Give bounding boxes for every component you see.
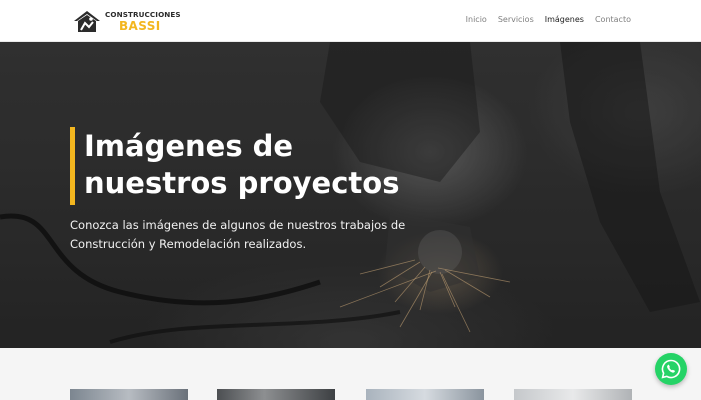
gallery-thumbnail[interactable] (514, 389, 632, 400)
nav-item-imagenes[interactable]: Imágenes (545, 15, 584, 24)
hero-accent-bar (70, 127, 75, 205)
logo-text-line2: BASSI (119, 19, 161, 33)
nav-item-contacto[interactable]: Contacto (595, 15, 631, 24)
project-gallery (0, 348, 701, 400)
whatsapp-icon (661, 359, 681, 379)
whatsapp-button[interactable] (655, 353, 687, 385)
gallery-thumbnail[interactable] (70, 389, 188, 400)
hero-title: Imágenes de nuestros proyectos (84, 128, 504, 202)
hero-subtitle-line2: Construcción y Remodelación realizados. (70, 237, 307, 251)
house-worker-icon (74, 11, 100, 32)
hero-subtitle: Conozca las imágenes de algunos de nuest… (70, 216, 430, 254)
hero-title-line1: Imágenes de (84, 129, 294, 163)
site-logo[interactable]: CONSTRUCCIONES BASSI (72, 8, 182, 34)
hero-subtitle-line1: Conozca las imágenes de algunos de nuest… (70, 218, 406, 232)
site-header: CONSTRUCCIONES BASSI Inicio Servicios Im… (0, 0, 701, 42)
hero-banner: Imágenes de nuestros proyectos Conozca l… (0, 42, 701, 348)
gallery-thumbnail[interactable] (217, 389, 335, 400)
gallery-thumbnail[interactable] (366, 389, 484, 400)
hero-title-line2: nuestros proyectos (84, 166, 400, 200)
nav-item-servicios[interactable]: Servicios (498, 15, 534, 24)
nav-item-inicio[interactable]: Inicio (466, 15, 487, 24)
logo-text-line1: CONSTRUCCIONES (105, 10, 181, 19)
main-nav: Inicio Servicios Imágenes Contacto (466, 15, 631, 24)
